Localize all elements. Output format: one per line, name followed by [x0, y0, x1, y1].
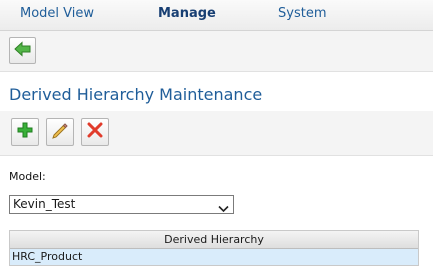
table-row[interactable]: HRC_Product: [10, 249, 418, 265]
plus-icon: [17, 122, 33, 142]
back-button[interactable]: [9, 37, 36, 64]
edit-button[interactable]: [46, 118, 74, 146]
chevron-down-icon: [218, 201, 229, 218]
pencil-icon: [51, 121, 69, 143]
derived-hierarchy-grid: Derived Hierarchy HRC_Product: [9, 230, 419, 266]
model-select-value: Kevin_Test: [13, 197, 76, 211]
tab-manage[interactable]: Manage: [158, 6, 216, 21]
navigation-toolbar: [0, 31, 433, 72]
tab-system[interactable]: System: [278, 6, 326, 21]
model-label: Model:: [9, 170, 46, 183]
actions-toolbar: [0, 111, 433, 156]
column-header-derived-hierarchy[interactable]: Derived Hierarchy: [10, 231, 418, 249]
delete-button[interactable]: [81, 118, 109, 146]
x-icon: [87, 122, 103, 142]
add-button[interactable]: [11, 118, 39, 146]
top-navigation: Model View Manage System: [0, 0, 433, 31]
model-select[interactable]: Kevin_Test: [9, 195, 234, 214]
back-arrow-icon: [13, 40, 32, 61]
tab-model-view[interactable]: Model View: [20, 6, 94, 21]
page-title: Derived Hierarchy Maintenance: [9, 85, 263, 104]
